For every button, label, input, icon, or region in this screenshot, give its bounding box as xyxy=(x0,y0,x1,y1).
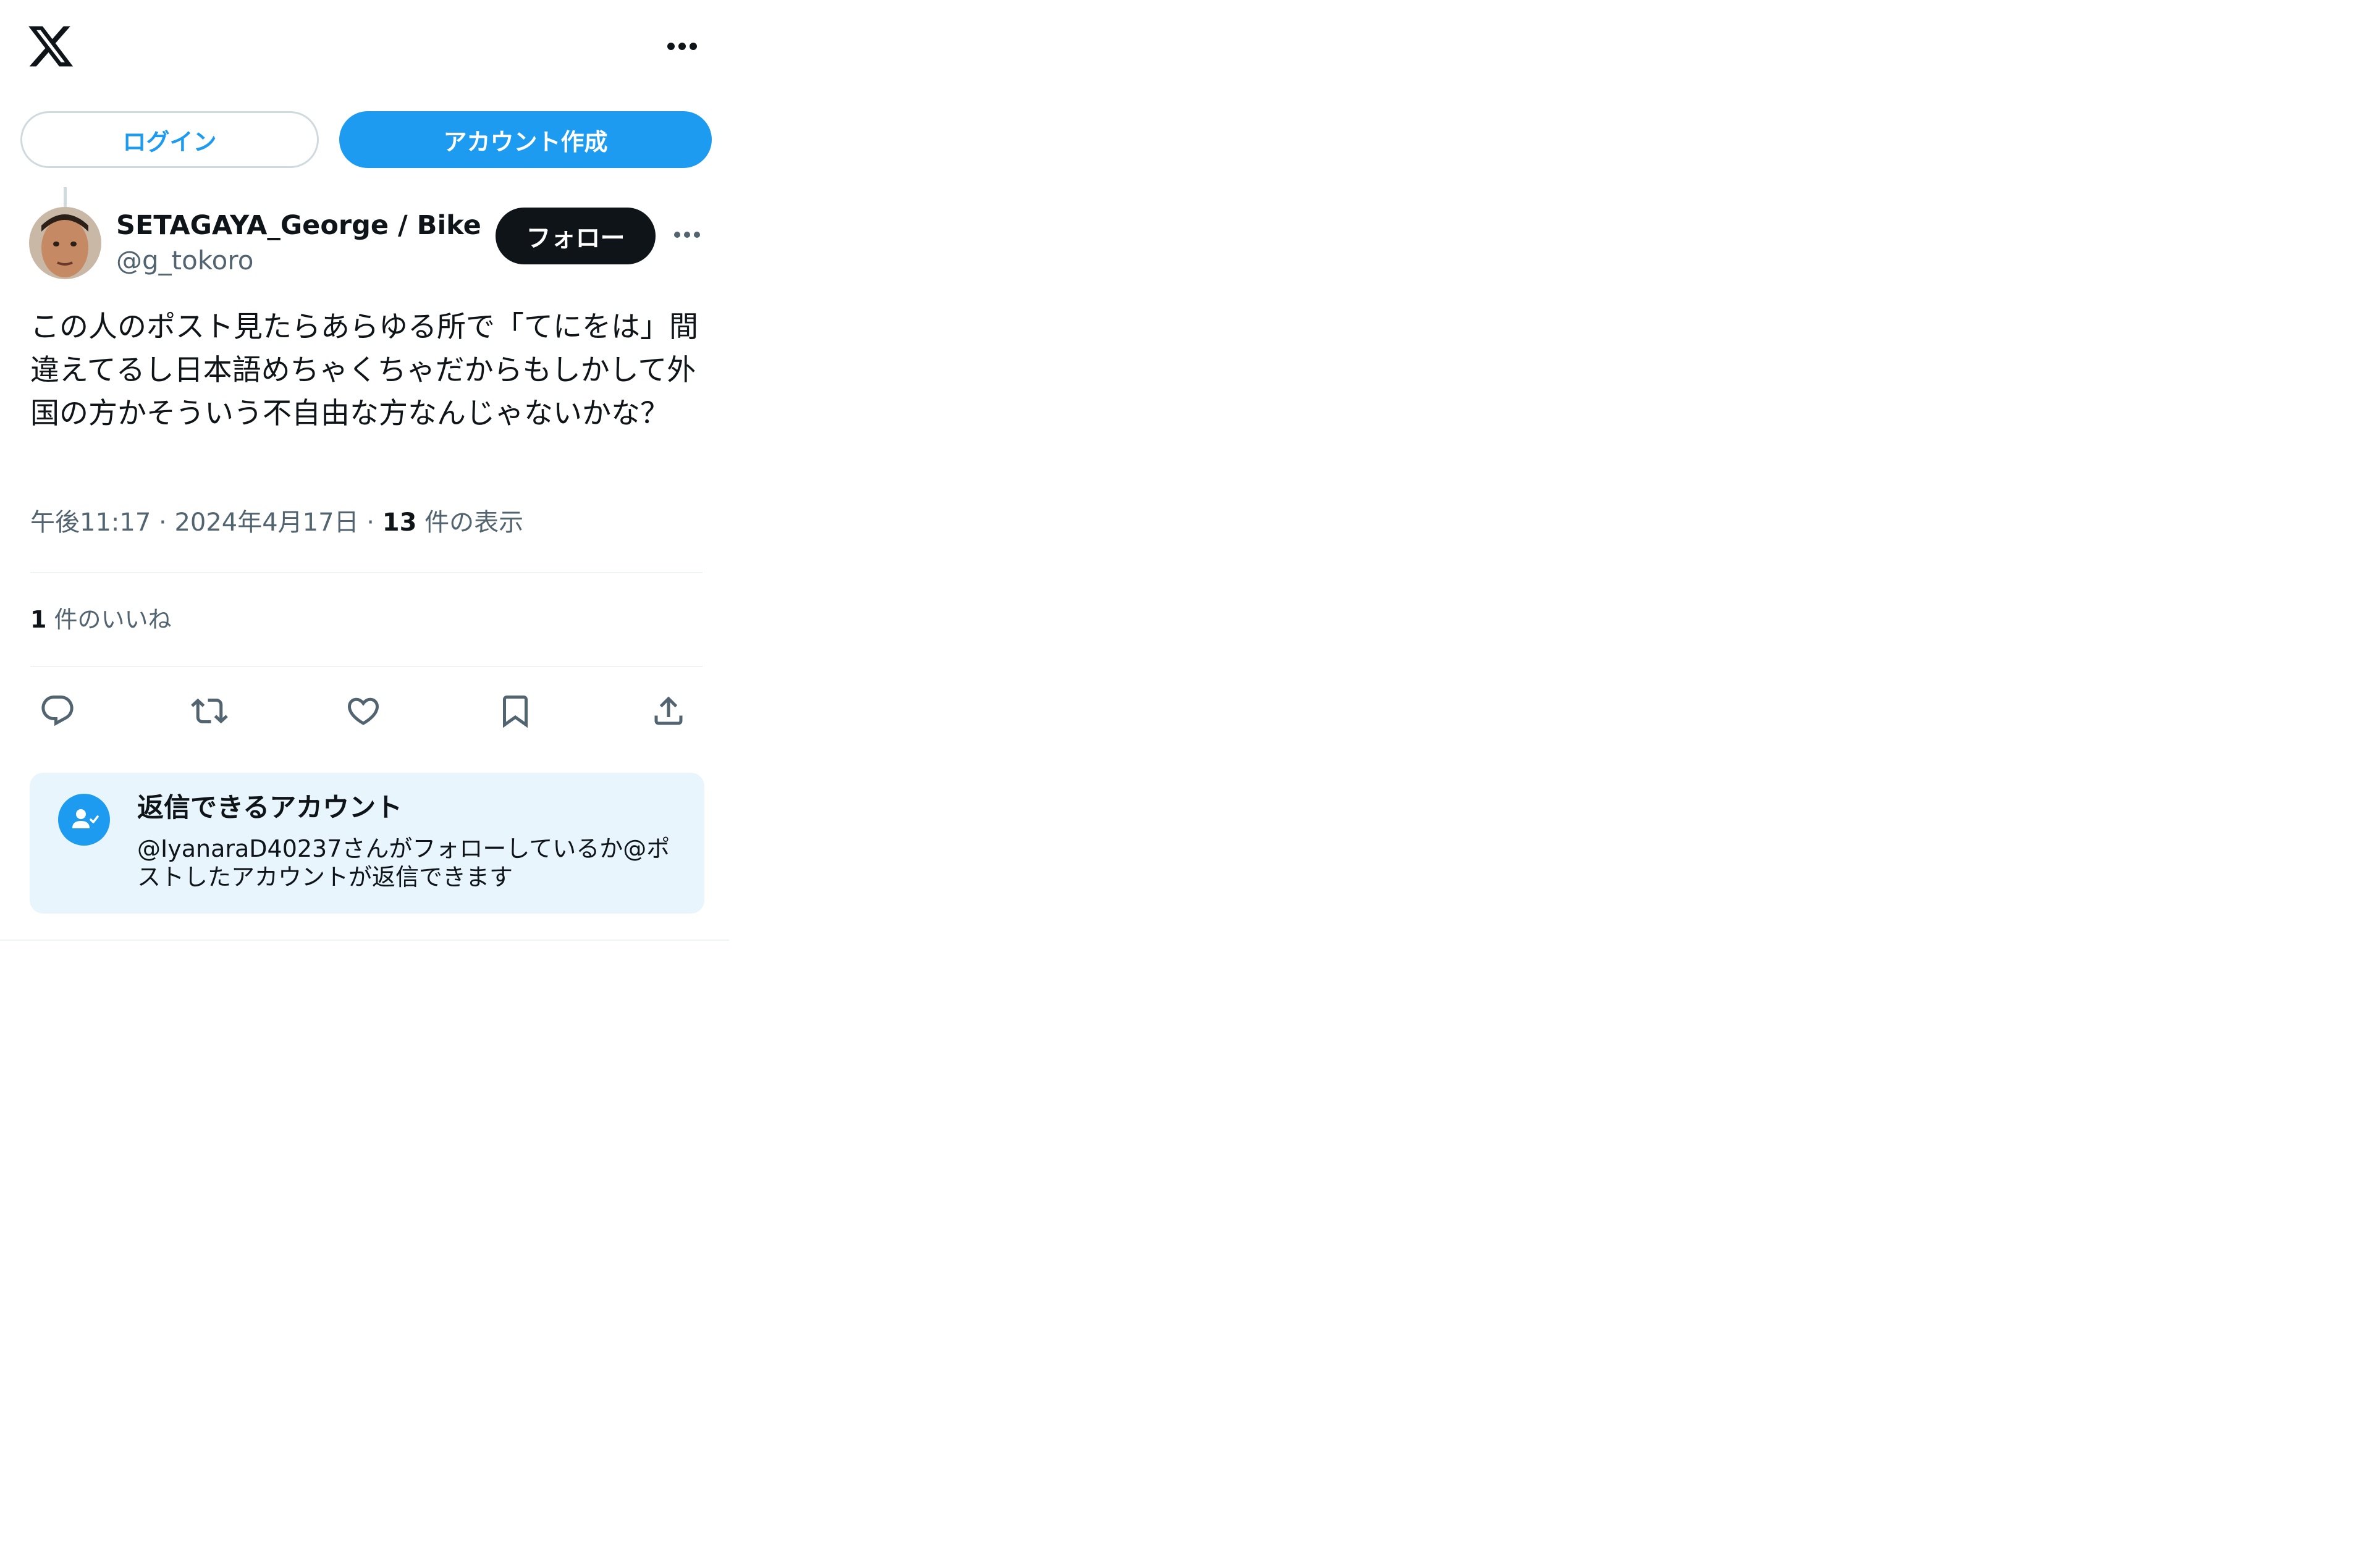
post-page: ログイン アカウント作成 SETAGAYA_George / Bikers fa… xyxy=(0,0,729,941)
meta-separator: · xyxy=(151,508,175,537)
thread-connector xyxy=(64,187,67,207)
likes-summary[interactable]: 1 件のいいね xyxy=(30,602,172,637)
views-count: 13 xyxy=(382,508,417,537)
reply-restriction-title: 返信できるアカウント xyxy=(137,793,403,823)
reply-icon[interactable] xyxy=(33,687,82,735)
create-account-button[interactable]: アカウント作成 xyxy=(339,111,712,168)
reply-restriction-card: 返信できるアカウント @IyanaraD40237さんがフォローしているか@ポス… xyxy=(30,773,704,914)
more-horizontal-icon[interactable] xyxy=(656,28,708,65)
divider xyxy=(0,940,729,941)
login-button[interactable]: ログイン xyxy=(20,111,319,168)
action-bar xyxy=(30,679,704,741)
avatar[interactable] xyxy=(29,207,101,279)
post-text: この人のポスト見たらあらゆる所で「てにをは」間違えてるし日本語めちゃくちゃだから… xyxy=(30,310,698,431)
divider xyxy=(30,572,703,573)
bookmark-icon[interactable] xyxy=(491,687,539,735)
likes-label: 件のいいね xyxy=(54,606,172,633)
post-meta: 午後11:17 · 2024年4月17日 · 13 件の表示 xyxy=(30,505,523,540)
top-bar xyxy=(0,0,729,93)
likes-count: 1 xyxy=(30,606,47,633)
post-time[interactable]: 午後11:17 xyxy=(30,508,151,537)
views-label: 件の表示 xyxy=(424,508,524,537)
divider xyxy=(30,666,703,667)
person-check-icon xyxy=(58,794,110,846)
x-logo-icon[interactable] xyxy=(26,22,75,71)
share-icon[interactable] xyxy=(644,687,693,735)
post-date[interactable]: 2024年4月17日 xyxy=(174,508,358,537)
heart-icon[interactable] xyxy=(339,687,387,735)
author-display-name[interactable]: SETAGAYA_George / Bikers fa xyxy=(116,208,481,243)
author-handle[interactable]: @g_tokoro xyxy=(116,243,253,278)
meta-separator: · xyxy=(358,508,382,537)
follow-button[interactable]: フォロー xyxy=(496,208,656,264)
reply-restriction-description: @IyanaraD40237さんがフォローしているか@ポストしたアカウントが返信… xyxy=(137,835,670,891)
more-horizontal-icon[interactable] xyxy=(669,216,706,253)
repost-icon[interactable] xyxy=(185,687,234,735)
